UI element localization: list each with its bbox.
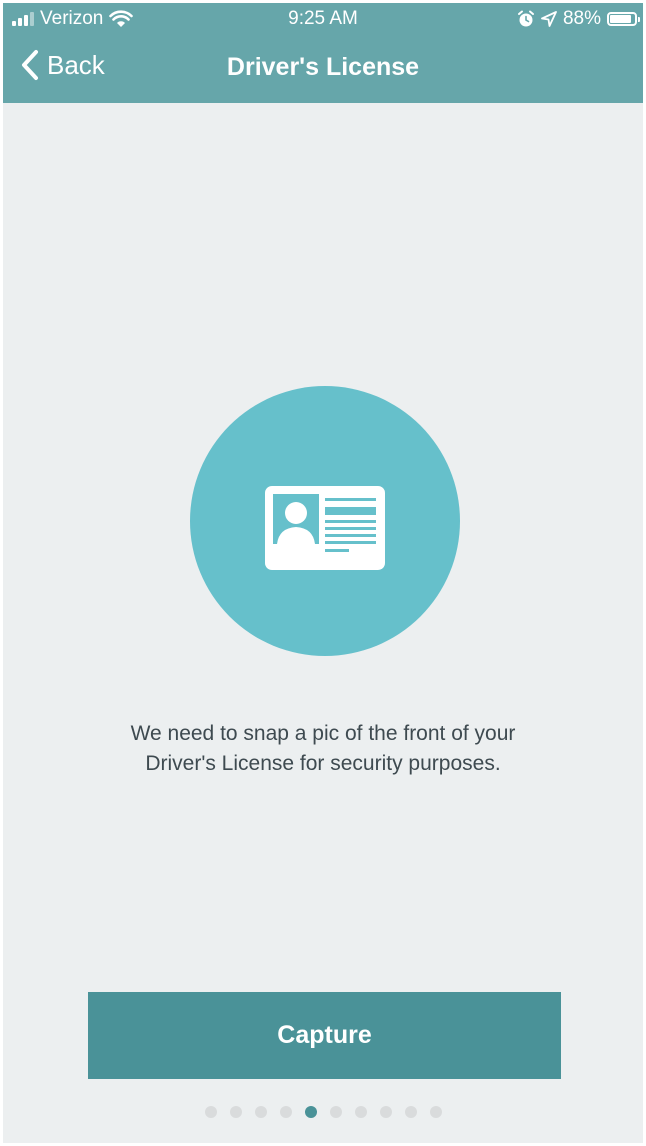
status-right: 88%: [517, 8, 640, 30]
screen: Verizon 9:25 AM 88% Back Driver's Licens…: [3, 3, 643, 1143]
page-dot: [254, 1106, 267, 1118]
id-card-icon: [265, 486, 385, 570]
battery-fill: [610, 15, 631, 23]
page-dot: [379, 1106, 392, 1118]
hero-circle: [190, 386, 460, 656]
instruction-line-2: Driver's License for security purposes.: [145, 752, 501, 775]
page-title: Driver's License: [226, 53, 420, 81]
page-dot: [354, 1106, 367, 1118]
instruction-line-1: We need to snap a pic of the front of yo…: [130, 722, 516, 745]
page-dot: [404, 1106, 417, 1118]
instruction-text: We need to snap a pic of the front of yo…: [43, 719, 603, 779]
location-arrow-icon: [541, 11, 557, 27]
page-dot: [279, 1106, 292, 1118]
page-dot: [429, 1106, 442, 1118]
battery-icon: [607, 12, 640, 26]
page-dot: [229, 1106, 242, 1118]
capture-button[interactable]: Capture: [88, 992, 561, 1079]
alarm-icon: [517, 10, 534, 27]
battery-percent: 88%: [562, 8, 601, 29]
top-bar: Verizon 9:25 AM 88% Back Driver's Licens…: [3, 3, 643, 103]
status-bar: Verizon 9:25 AM 88%: [3, 3, 643, 35]
page-dot: [204, 1106, 217, 1118]
page-dot: [329, 1106, 342, 1118]
page-indicator: [3, 1106, 643, 1118]
page-dot-active: [304, 1106, 317, 1118]
nav-bar: Back Driver's License: [3, 39, 643, 101]
